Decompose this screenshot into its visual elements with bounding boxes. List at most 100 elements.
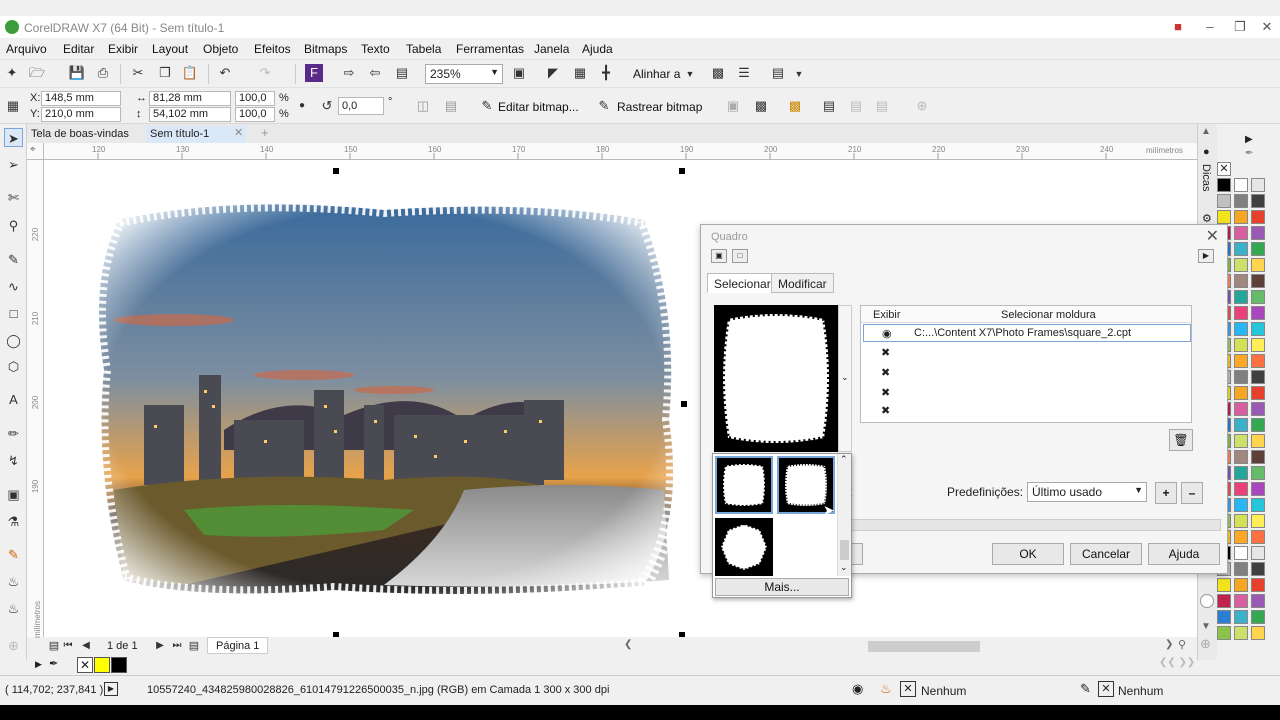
scrollbar-thumb[interactable] — [840, 540, 849, 560]
eyedropper-tool-icon[interactable]: ✎ — [4, 545, 23, 564]
ungroup-all-icon[interactable]: ▤ — [873, 97, 891, 115]
publish-pdf-icon[interactable]: ▤ — [393, 64, 411, 82]
welcome-screen-icon[interactable]: ▩ — [709, 64, 727, 82]
more-frames-button[interactable]: Mais... — [715, 578, 849, 596]
palette-eyedropper-icon[interactable]: ✒ — [1245, 148, 1253, 159]
color-swatch[interactable] — [1251, 578, 1265, 592]
color-swatch[interactable] — [1234, 498, 1248, 512]
menu-bitmaps[interactable]: Bitmaps — [304, 42, 347, 56]
mirror-horizontal-icon[interactable]: ◫ — [414, 97, 432, 115]
color-swatch[interactable] — [1251, 354, 1265, 368]
color-swatch[interactable] — [1234, 242, 1248, 256]
export-icon[interactable]: ⇦ — [366, 64, 384, 82]
transparency-tool-icon[interactable]: ⚗ — [4, 512, 23, 531]
color-swatch[interactable] — [1234, 610, 1248, 624]
color-swatch[interactable] — [1234, 178, 1248, 192]
print-icon[interactable]: ⎙ — [94, 64, 112, 82]
menu-layout[interactable]: Layout — [152, 42, 188, 56]
color-swatch[interactable] — [1234, 402, 1248, 416]
frame-thumbnail[interactable] — [715, 456, 773, 514]
color-swatch[interactable] — [1251, 226, 1265, 240]
docker-toggle-icon[interactable] — [1200, 594, 1214, 608]
color-swatch[interactable] — [1234, 562, 1248, 576]
crop-tool-icon[interactable]: ✄ — [4, 188, 23, 207]
color-swatch[interactable] — [1251, 514, 1265, 528]
scrollbar-thumb[interactable] — [868, 641, 980, 652]
vertical-ruler[interactable]: 220 210 200 190 milímetros — [27, 160, 44, 638]
guidelines-icon[interactable]: ╋ — [597, 64, 615, 82]
eye-icon[interactable]: ◉ — [882, 327, 892, 340]
menu-ferramentas[interactable]: Ferramentas — [456, 42, 524, 56]
options-icon[interactable]: ☰ — [735, 64, 753, 82]
color-swatch[interactable] — [1251, 258, 1265, 272]
color-swatch[interactable] — [1234, 578, 1248, 592]
shape-tool-icon[interactable]: ➢ — [4, 155, 23, 174]
copy-icon[interactable]: ❐ — [156, 64, 174, 82]
first-page-icon[interactable]: ⏮ — [59, 637, 77, 655]
fill-tool-icon[interactable]: ♨ — [4, 572, 23, 591]
add-preset-button[interactable]: + — [1155, 482, 1177, 504]
undo-icon[interactable]: ↶ — [216, 64, 234, 82]
color-swatch[interactable] — [1251, 594, 1265, 608]
zoom-tool-icon[interactable]: ⚲ — [4, 216, 23, 235]
chevron-down-icon[interactable]: ⌄ — [840, 562, 848, 573]
menu-editar[interactable]: Editar — [63, 42, 94, 56]
prev-page-icon[interactable]: ◀ — [77, 637, 95, 655]
color-swatch[interactable] — [1251, 306, 1265, 320]
color-swatch[interactable] — [1251, 290, 1265, 304]
color-swatch[interactable] — [1251, 562, 1265, 576]
add-docker-icon[interactable]: ⊕ — [1200, 636, 1211, 652]
black-swatch[interactable] — [111, 657, 127, 673]
frame-thumbnail[interactable] — [715, 518, 773, 576]
color-swatch[interactable] — [1234, 354, 1248, 368]
color-swatch[interactable] — [1234, 226, 1248, 240]
frame-row[interactable]: ✖ — [863, 404, 1191, 422]
eyedropper-icon[interactable]: ✒ — [49, 657, 58, 670]
scale-y-field[interactable]: 100,0 — [235, 107, 275, 122]
color-swatch[interactable] — [1234, 338, 1248, 352]
play-icon[interactable]: ▶ — [104, 682, 118, 696]
add-icon[interactable]: ⊕ — [913, 97, 931, 115]
color-swatch[interactable] — [1251, 626, 1265, 640]
chevron-down-icon[interactable]: ▼ — [1201, 621, 1211, 632]
color-swatch[interactable] — [1251, 386, 1265, 400]
dialog-menu-icon[interactable]: ▶ — [1198, 249, 1214, 263]
width-field[interactable]: 81,28 mm — [149, 91, 231, 106]
menu-tabela[interactable]: Tabela — [406, 42, 441, 56]
lock-ratio-icon[interactable]: ● — [293, 97, 311, 115]
y-position-field[interactable]: 210,0 mm — [41, 107, 121, 122]
frame-row[interactable]: ✖ — [863, 384, 1191, 402]
color-swatch[interactable] — [1234, 466, 1248, 480]
preview-dropdown[interactable]: ⌄ — [838, 305, 852, 452]
polygon-tool-icon[interactable]: ⬡ — [4, 357, 23, 376]
color-swatch[interactable] — [1234, 258, 1248, 272]
color-swatch[interactable] — [1251, 178, 1265, 192]
color-swatch[interactable] — [1234, 322, 1248, 336]
color-swatch[interactable] — [1251, 338, 1265, 352]
hidden-eye-icon[interactable]: ✖ — [881, 346, 890, 359]
color-swatch[interactable] — [1251, 418, 1265, 432]
color-swatch[interactable] — [1234, 386, 1248, 400]
expand-icon[interactable]: ▣ — [711, 249, 727, 263]
pick-tool-icon[interactable]: ➤ — [4, 128, 23, 147]
color-proof-icon[interactable]: ◉ — [852, 681, 863, 697]
trace-bitmap-icon[interactable]: ✎ — [595, 97, 613, 115]
drop-shadow-tool-icon[interactable]: ▣ — [4, 485, 23, 504]
align-to-label[interactable]: Alinhar a — [633, 67, 680, 81]
tab-untitled-1[interactable]: Sem título-1 — [146, 126, 246, 143]
menu-efeitos[interactable]: Efeitos — [254, 42, 291, 56]
new-document-icon[interactable]: ✦ — [3, 64, 21, 82]
tab-welcome-screen[interactable]: Tela de boas-vindas — [27, 126, 133, 143]
x-position-field[interactable]: 148,5 mm — [41, 91, 121, 106]
chevron-down-icon[interactable]: ▼ — [790, 65, 808, 83]
color-swatch[interactable] — [1251, 434, 1265, 448]
resample-icon[interactable]: ▩ — [752, 97, 770, 115]
hidden-eye-icon[interactable]: ✖ — [881, 404, 890, 417]
frame-row[interactable]: ✖ — [863, 364, 1191, 382]
minimize-button[interactable]: – — [1198, 19, 1222, 35]
redo-icon[interactable]: ↷ — [256, 64, 274, 82]
dimension-tool-icon[interactable]: ✏ — [4, 424, 23, 443]
presets-select[interactable]: Último usado ▼ — [1027, 482, 1147, 502]
user-icon[interactable]: ■ — [1166, 19, 1190, 35]
frame-row[interactable]: ✖ — [863, 344, 1191, 362]
